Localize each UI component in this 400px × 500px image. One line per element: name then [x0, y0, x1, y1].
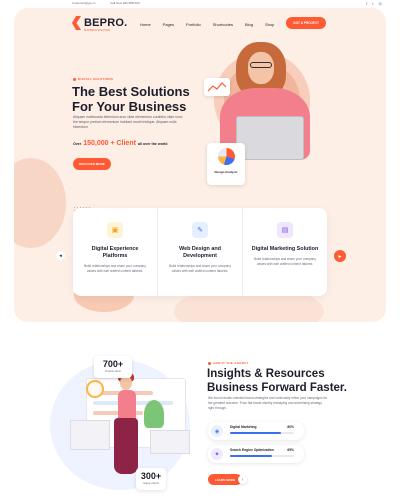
- skill-seo: ✦ Search Engine Optimization 65%: [208, 445, 304, 463]
- service-title: Digital Marketing Solution: [251, 246, 319, 252]
- nav-item-pages[interactable]: Pages: [163, 22, 174, 27]
- rocket-icon: ✦: [211, 448, 223, 460]
- service-item[interactable]: ▤ Digital Marketing Solution Build relat…: [243, 208, 327, 296]
- about-title: Insights & Resources Business Forward Fa…: [207, 368, 347, 394]
- logo-mark-icon: [72, 16, 81, 30]
- nav-item-shortcodes[interactable]: Shortcodes: [213, 22, 233, 27]
- hero-tagline: DIGITAL SOLUTIONS: [73, 77, 113, 81]
- social-links: f t ◎: [366, 1, 382, 6]
- service-description: Build relationships and share your compa…: [169, 264, 231, 273]
- slider-prev-arrow-icon[interactable]: ◂: [56, 251, 65, 260]
- desk-image: [150, 430, 190, 454]
- trend-line-icon: [207, 82, 227, 92]
- design-analysis-card: Design Analysis: [207, 143, 245, 185]
- skill-progress-track: [230, 455, 294, 457]
- service-item[interactable]: ▣ Digital Experience Platforms Build rel…: [73, 208, 158, 296]
- clients-count: Over 150,000 + Client all over the world: [73, 140, 168, 147]
- nav-item-home[interactable]: Home: [140, 22, 151, 27]
- project-cta-button[interactable]: GOT A PROJECT: [286, 17, 326, 29]
- hero-title: The Best Solutions For Your Business: [72, 84, 190, 114]
- top-info-bar: Customer@gm.in Call Now 666 888 000 f t …: [0, 0, 400, 8]
- skill-digital-marketing: ◈ Digital Marketing 80%: [208, 422, 304, 440]
- service-title: Digital Experience Platforms: [91, 246, 139, 259]
- about-tagline: ABOUT THE AGENCY: [208, 361, 249, 365]
- projects-stat-label: Projects done: [105, 370, 121, 373]
- hero-person-face: [248, 52, 274, 84]
- megaphone-icon: ◈: [211, 425, 223, 437]
- clients-number: 150,000 + Client: [83, 140, 136, 147]
- logo-subtitle: BUSINESS SOLUTION: [84, 29, 111, 32]
- skill-name: Digital Marketing: [230, 425, 257, 429]
- hero-description: Aliquam malesuada bibendum arcu vitae el…: [73, 115, 183, 129]
- plant-image: [144, 400, 164, 428]
- discover-more-button[interactable]: DISCOVER MORE: [73, 158, 111, 170]
- clients-prefix: Over: [73, 142, 82, 146]
- clock-icon: [86, 380, 104, 398]
- clients-stat-badge: 300+ Happy clients: [136, 468, 166, 490]
- pie-chart-icon: [218, 148, 235, 165]
- service-description: Build relationships and share your compa…: [84, 264, 146, 273]
- instagram-icon[interactable]: ◎: [379, 1, 383, 6]
- twitter-icon[interactable]: t: [372, 1, 373, 6]
- services-card: ▣ Digital Experience Platforms Build rel…: [73, 208, 327, 296]
- phone-info: Call Now 666 888 000: [110, 1, 140, 5]
- trend-chart-card: [204, 78, 230, 96]
- presenter-body: [118, 390, 136, 420]
- marketing-icon: ▤: [277, 222, 293, 238]
- laptop-image: [236, 116, 304, 160]
- nav-item-shop[interactable]: Shop: [265, 22, 274, 27]
- service-title: Web Design and Development: [179, 246, 221, 259]
- web-design-icon: ✎: [192, 222, 208, 238]
- skill-progress-fill: [230, 432, 282, 434]
- clients-stat-label: Happy clients: [143, 482, 159, 485]
- desk-image: [70, 420, 110, 450]
- main-nav: Home Pages Portfolio Shortcodes Blog Sho…: [140, 22, 274, 27]
- skill-percent: 80%: [287, 425, 294, 429]
- brand-logo[interactable]: BEPRO. BUSINESS SOLUTION: [72, 16, 128, 32]
- hero-person-glasses: [250, 62, 272, 68]
- arrow-right-icon[interactable]: ›: [238, 475, 247, 484]
- presenter-skirt: [114, 418, 138, 474]
- service-description: Build relationships and share your compa…: [254, 257, 316, 266]
- skill-name: Search Engine Optimization: [230, 448, 274, 452]
- nav-item-blog[interactable]: Blog: [245, 22, 253, 27]
- design-analysis-label: Design Analysis: [214, 170, 238, 174]
- email-info: Customer@gm.in: [72, 1, 96, 5]
- learn-more-button[interactable]: LEARN MORE: [208, 474, 242, 485]
- logo-text: BEPRO.: [84, 17, 128, 29]
- clients-suffix: all over the world: [137, 142, 168, 146]
- service-item[interactable]: ✎ Web Design and Development Build relat…: [158, 208, 243, 296]
- clients-stat-number: 300+: [140, 471, 162, 481]
- projects-stat-number: 700+: [102, 359, 124, 369]
- about-description: We found results-oriented brand strategi…: [208, 396, 328, 410]
- presenter-image: [120, 376, 132, 390]
- slider-next-arrow-icon[interactable]: ▸: [334, 250, 346, 262]
- projects-stat-badge: 700+ Projects done: [94, 356, 132, 378]
- facebook-icon[interactable]: f: [366, 1, 367, 6]
- skill-progress-fill: [230, 455, 272, 457]
- digital-platform-icon: ▣: [107, 222, 123, 238]
- decorative-blob: [14, 158, 66, 248]
- skill-percent: 65%: [287, 448, 294, 452]
- nav-item-portfolio[interactable]: Portfolio: [186, 22, 201, 27]
- skill-progress-track: [230, 432, 294, 434]
